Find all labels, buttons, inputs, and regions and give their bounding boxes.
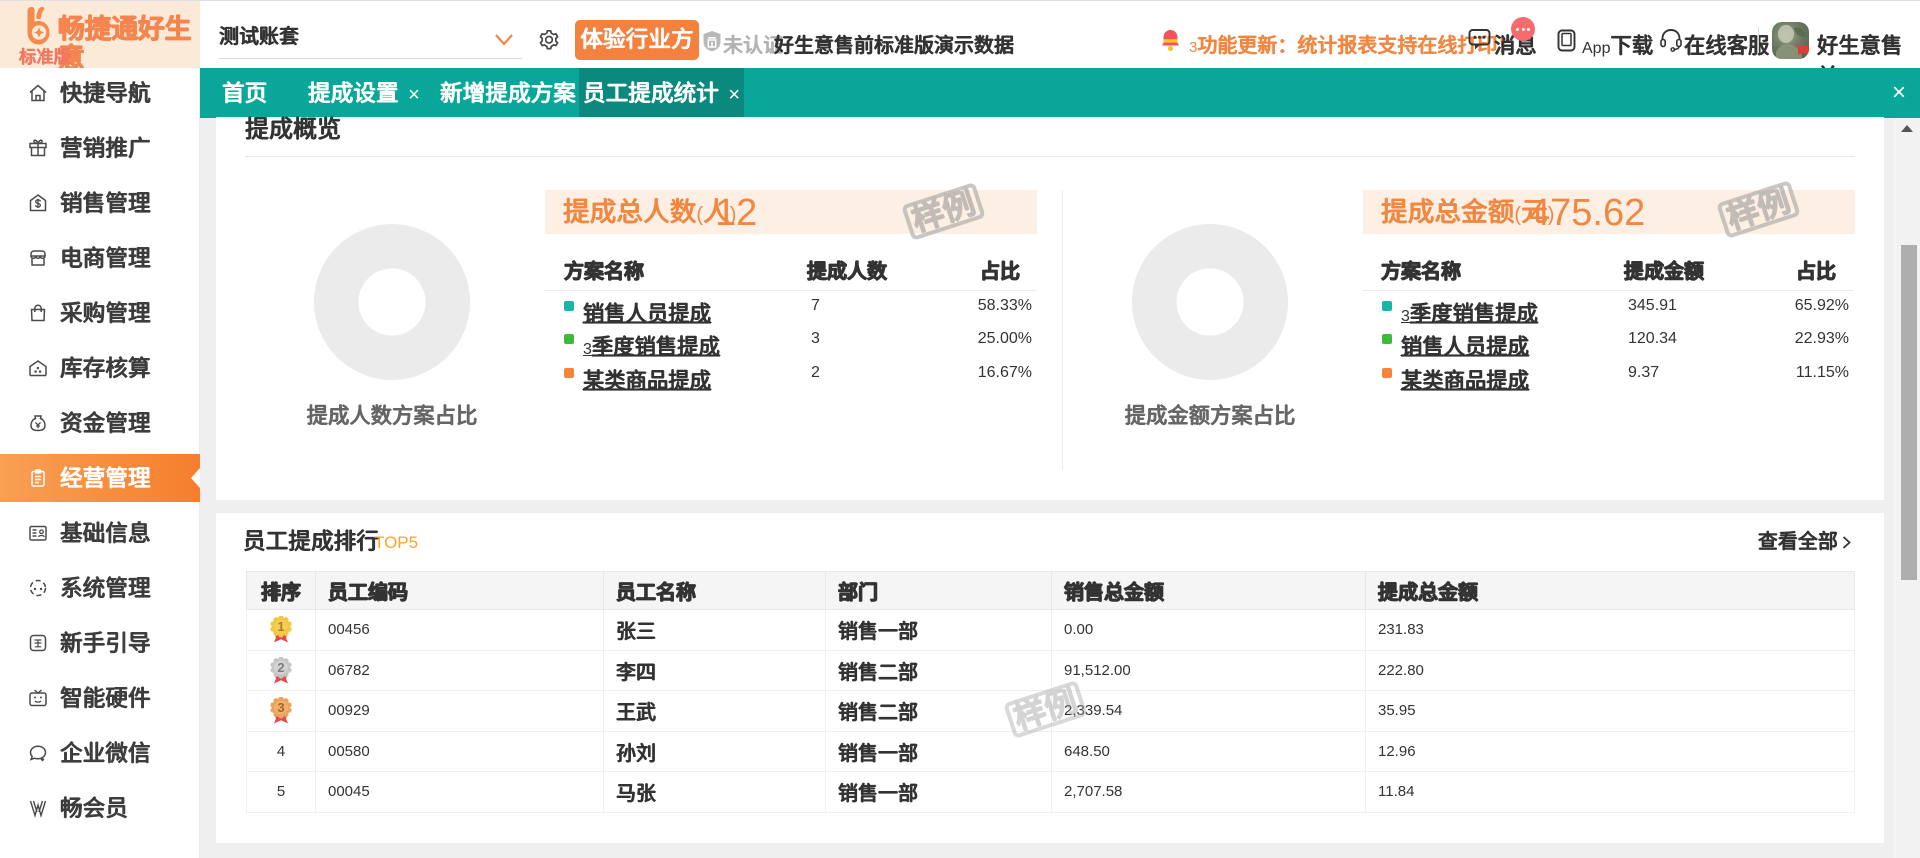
svg-text:2: 2: [277, 660, 284, 675]
svg-text:1: 1: [277, 619, 284, 634]
svg-text:3: 3: [277, 700, 284, 715]
